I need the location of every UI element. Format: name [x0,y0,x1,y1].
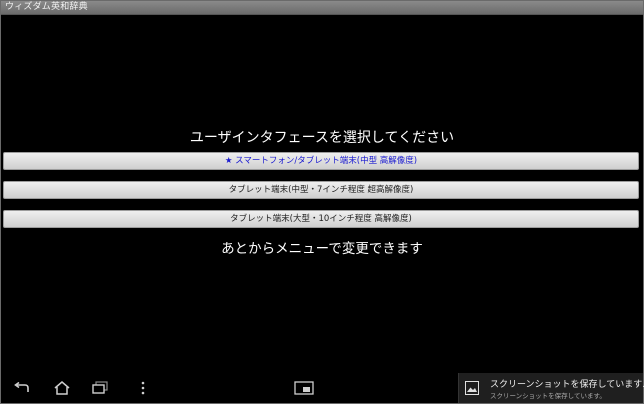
back-icon[interactable] [10,377,34,399]
window-frame [0,0,644,404]
app-title: ウィズダム英和辞典 [5,2,88,12]
screenshot-notification[interactable]: スクリーンショットを保存しています... スクリーンショットを保存しています。 [458,373,644,403]
select-ui-prompt: ユーザインタフェースを選択してください [189,130,455,146]
ui-option-tablet-10inch[interactable]: タブレット端末(大型・10インチ程度 高解像度) [3,210,639,228]
home-icon[interactable] [50,377,74,399]
notification-title: スクリーンショットを保存しています... [490,380,644,390]
menu-icon[interactable] [131,377,155,399]
image-icon [465,381,479,395]
screenshot-icon[interactable] [292,377,316,399]
ui-option-smartphone-tablet[interactable]: ★ スマートフォン/タブレット端末(中型 高解像度) [3,152,639,170]
notification-subtitle: スクリーンショットを保存しています。 [490,392,606,400]
change-later-note: あとからメニューで変更できます [221,241,423,257]
ui-option-tablet-7inch[interactable]: タブレット端末(中型・7インチ程度 超高解像度) [3,181,639,199]
title-bar: ウィズダム英和辞典 [1,1,643,15]
recent-apps-icon[interactable] [88,377,112,399]
